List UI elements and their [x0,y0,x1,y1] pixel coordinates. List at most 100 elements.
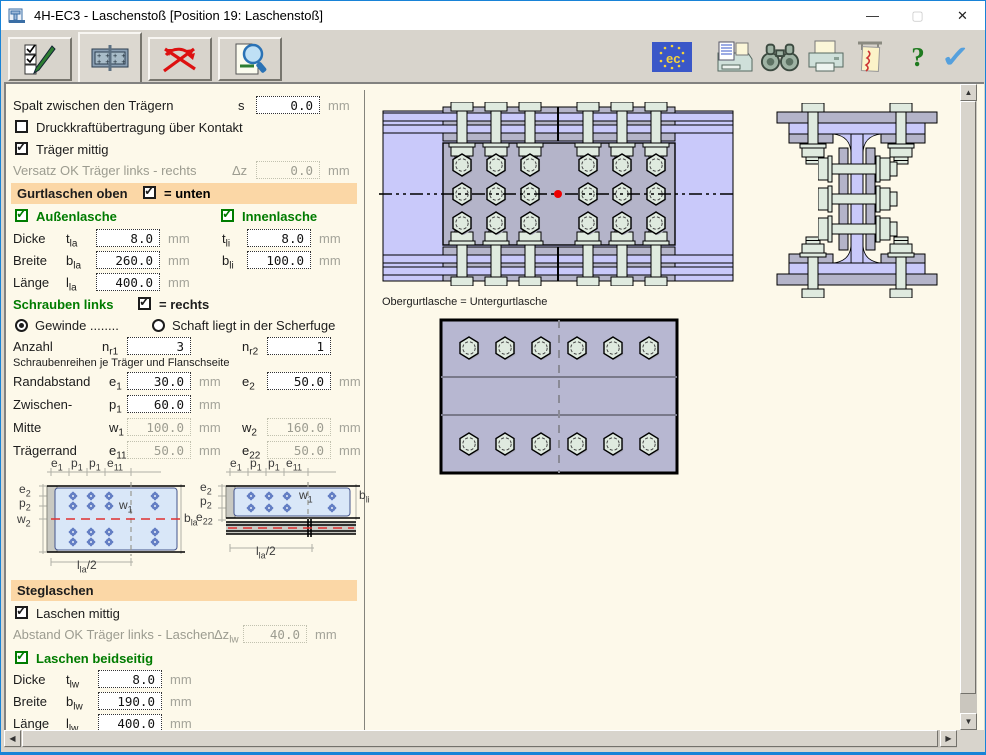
scherfuge-radio-row: Gewinde ........ Schaft liegt in der Sch… [6,317,362,335]
dzlw-input [243,625,307,643]
scroll-up-button[interactable]: ▲ [960,84,977,101]
w2-unit: mm [339,420,361,435]
schrauben-header-row: Schrauben links = rechts [6,296,362,314]
laschen-mittig-row: Laschen mittig [6,605,362,623]
steg-dicke-row: Dicke tlw mm [6,671,362,689]
dim2-p1: p1 [250,456,262,472]
p1-input[interactable] [127,395,191,413]
aussenlasche-label: Außenlasche [36,209,117,224]
search-button[interactable] [760,38,800,76]
fax-print-icon [714,39,754,75]
flange-plan-drawing [439,318,679,480]
blw-input[interactable] [98,692,162,710]
e2-symbol: e2 [242,374,255,393]
gurt-laenge-label: Länge [13,275,49,290]
document-magnifier-icon [230,40,270,78]
spalt-input[interactable] [256,96,320,114]
beidseitig-label: Laschen beidseitig [36,651,153,666]
bla-symbol: bla [66,253,81,272]
scroll-down-button[interactable]: ▼ [960,713,977,730]
innenlasche-checkbox[interactable] [221,209,234,222]
confirm-button[interactable]: ✓ [936,38,976,76]
traeger-mittig-checkbox[interactable] [15,142,28,155]
laschen-mittig-label: Laschen mittig [36,606,120,621]
close-button[interactable]: ✕ [940,1,985,30]
main-panel: Spalt zwischen den Trägern s mm Druckkra… [4,82,984,730]
steg-dicke-label: Dicke [13,672,46,687]
notes-icon [850,39,890,75]
e2-input[interactable] [267,372,331,390]
versatz-label: Versatz OK Träger links - rechts [13,163,197,178]
vertical-scrollbar[interactable]: ▲ ▼ [960,84,977,730]
tab-preview[interactable] [218,37,282,81]
abstand-label: Abstand OK Träger links - Laschen [13,627,215,642]
binoculars-icon [760,40,800,74]
gurt-dicke-label: Dicke [13,231,46,246]
steg-breite-row: Breite blw mm [6,693,362,711]
maximize-button[interactable]: ▢ [895,1,940,30]
scroll-left-button[interactable]: ◀ [4,730,21,747]
crossed-arrows-icon [160,41,200,77]
horizontal-scroll-thumb[interactable] [22,730,938,747]
dim2-p2: p2 [200,494,212,510]
window-title: 4H-EC3 - Laschenstoß [Position 19: Lasch… [34,8,323,23]
tab-input-check[interactable] [8,37,72,81]
dim2-bli: bli [359,488,370,504]
beidseitig-row: Laschen beidseitig [6,650,362,668]
gurt-unten-checkbox[interactable] [143,186,156,199]
nr1-input[interactable] [127,337,191,355]
horizontal-scrollbar[interactable]: ◀ ▶ [4,730,957,748]
protocol-button[interactable] [850,38,890,76]
beidseitig-checkbox[interactable] [15,651,28,664]
e1-symbol: e1 [109,374,122,393]
tab-loads[interactable] [148,37,212,81]
drawing-caption: Obergurtlasche = Untergurtlasche [382,296,547,308]
bla-input[interactable] [96,251,160,269]
nr2-input[interactable] [267,337,331,355]
w2-input [267,418,331,436]
dim-p1: p1 [71,456,83,472]
schaft-radio[interactable] [152,319,165,332]
help-button[interactable]: ? [898,38,938,76]
bli-unit: mm [319,253,341,268]
schrauben-rechts-checkbox[interactable] [138,297,151,310]
versatz-row: Versatz OK Träger links - rechts Δz mm [6,162,362,180]
side-elevation-drawing [379,89,739,304]
gewinde-label: Gewinde ........ [35,318,119,333]
gurt-laenge-row: Länge lla mm [6,274,362,292]
dim-lla2: lla/2 [77,558,97,574]
steglaschen-header: Steglaschen [11,580,357,601]
dim2-p1b: p1 [268,456,280,472]
dim-e1: e1 [51,456,63,472]
tli-input[interactable] [247,229,311,247]
minimize-button[interactable]: — [850,1,895,30]
aussenlasche-diagram: e1 p1 p1 e11 e2 p2 w2 w1 bla lla/2 [11,456,193,576]
zwischen-row: Zwischen- p1 mm [6,396,362,414]
vertical-scroll-thumb[interactable] [960,101,976,694]
kontakt-row: Druckkraftübertragung über Kontakt [6,119,362,137]
tab-geometry[interactable]: + ++ + + ++ + [78,32,142,82]
randabstand-row: Randabstand e1 mm e2 mm [6,373,362,391]
bli-input[interactable] [247,251,311,269]
eurocode-button[interactable]: ec [652,38,692,76]
e1-input[interactable] [127,372,191,390]
print-button[interactable] [806,38,846,76]
kontakt-checkbox[interactable] [15,120,28,133]
dim2-lla2: lla/2 [256,544,276,560]
tla-unit: mm [168,231,190,246]
lla-unit: mm [168,275,190,290]
tla-input[interactable] [96,229,160,247]
laschen-mittig-checkbox[interactable] [15,606,28,619]
versatz-unit: mm [328,163,350,178]
blw-symbol: blw [66,694,83,713]
zwischen-label: Zwischen- [13,397,72,412]
svg-text:+ +: + + [97,58,110,66]
gewinde-radio[interactable] [15,319,28,332]
dzlw-unit: mm [315,627,337,642]
print-document-button[interactable] [714,38,754,76]
scroll-right-button[interactable]: ▶ [940,730,957,747]
aussenlasche-checkbox[interactable] [15,209,28,222]
tlw-input[interactable] [98,670,162,688]
lla-input[interactable] [96,273,160,291]
schaft-label: Schaft liegt in der Scherfuge [172,318,335,333]
